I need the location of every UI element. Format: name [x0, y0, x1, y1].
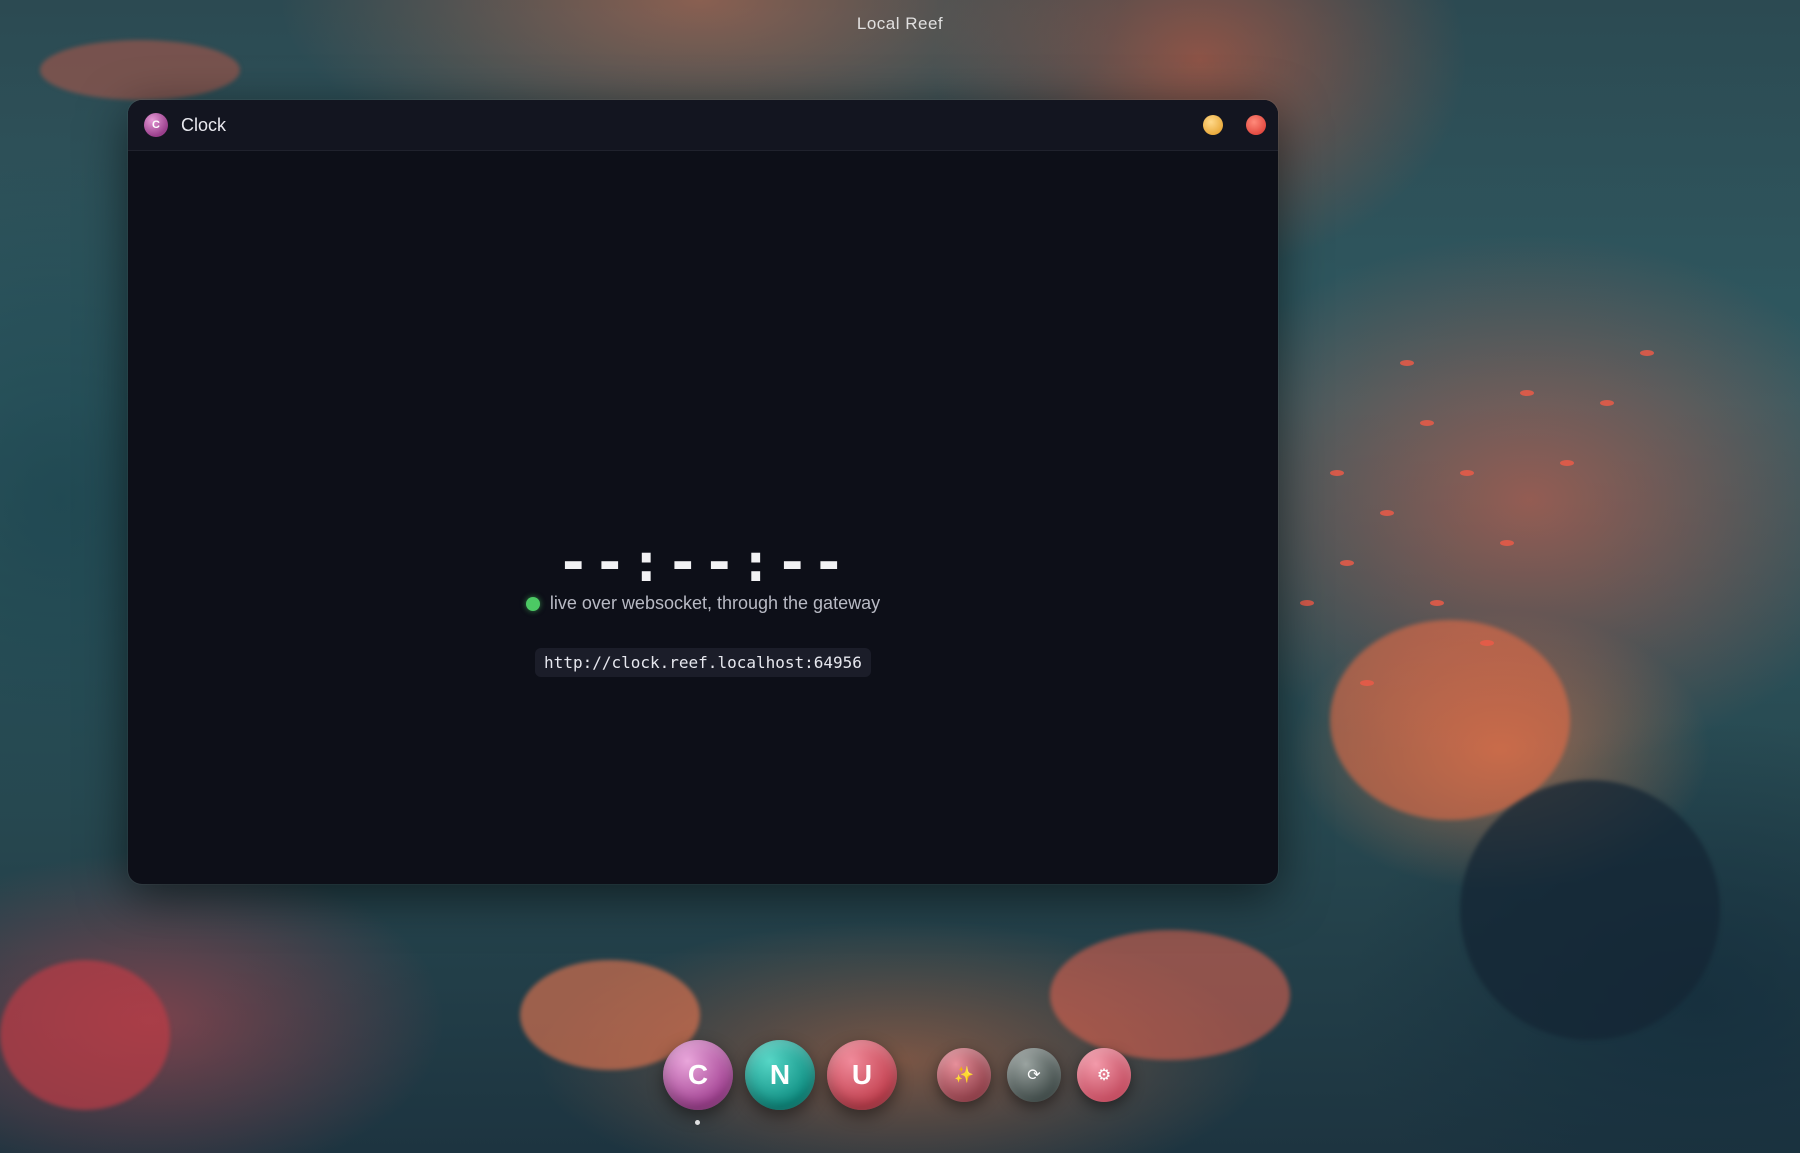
clock-time-display: --:--:-- [556, 531, 850, 594]
coral-decoration [1460, 780, 1720, 1040]
coral-decoration [1330, 620, 1570, 820]
active-app-indicator [695, 1120, 700, 1125]
dock-app-n[interactable]: N [745, 1040, 815, 1110]
fish-decoration [1640, 350, 1654, 356]
fish-decoration [1400, 360, 1414, 366]
fish-decoration [1560, 460, 1574, 466]
clock-window[interactable]: C Clock --:--:-- live over websocket, th… [128, 100, 1278, 884]
fish-decoration [1430, 600, 1444, 606]
refresh-icon[interactable]: ⟳ [1007, 1048, 1061, 1102]
fish-decoration [1360, 680, 1374, 686]
fish-decoration [1500, 540, 1514, 546]
close-button[interactable] [1246, 115, 1266, 135]
fish-decoration [1480, 640, 1494, 646]
fish-decoration [1600, 400, 1614, 406]
fish-decoration [1460, 470, 1474, 476]
fish-decoration [1380, 510, 1394, 516]
dock-app-u[interactable]: U [827, 1040, 897, 1110]
fish-decoration [1300, 600, 1314, 606]
fish-decoration [1340, 560, 1354, 566]
coral-decoration [40, 40, 240, 100]
dock-app-clock[interactable]: C [663, 1040, 733, 1125]
coral-decoration [0, 960, 170, 1110]
fish-decoration [1420, 420, 1434, 426]
dock-app-letter: C [687, 1059, 709, 1090]
dock-app-letter: N [769, 1059, 791, 1090]
gateway-url[interactable]: http://clock.reef.localhost:64956 [535, 648, 871, 677]
window-title: Clock [181, 114, 227, 135]
fish-decoration [1330, 470, 1344, 476]
connection-status: live over websocket, through the gateway [128, 593, 1278, 614]
status-text: live over websocket, through the gateway [549, 593, 881, 613]
window-content: --:--:-- live over websocket, through th… [128, 151, 1278, 884]
sparkle-glyph: ✨ [954, 1067, 974, 1084]
dock: C N U ✨ ⟳ ⚙ [663, 1040, 1131, 1125]
minimize-button[interactable] [1203, 115, 1223, 135]
sparkle-icon[interactable]: ✨ [937, 1048, 991, 1102]
desktop-title: Local Reef [856, 14, 944, 33]
fish-decoration [1520, 390, 1534, 396]
gear-icon[interactable]: ⚙ [1077, 1048, 1131, 1102]
clock-app-icon: C [144, 113, 168, 137]
url-row: http://clock.reef.localhost:64956 [128, 648, 1278, 677]
window-titlebar[interactable]: C Clock [128, 100, 1278, 151]
desktop: Local Reef C Clock --:--:-- live over we… [0, 0, 1800, 1153]
status-dot-icon [525, 596, 540, 611]
gear-glyph: ⚙ [1096, 1067, 1112, 1084]
dock-app-letter: U [851, 1059, 873, 1090]
refresh-glyph: ⟳ [1027, 1067, 1041, 1084]
